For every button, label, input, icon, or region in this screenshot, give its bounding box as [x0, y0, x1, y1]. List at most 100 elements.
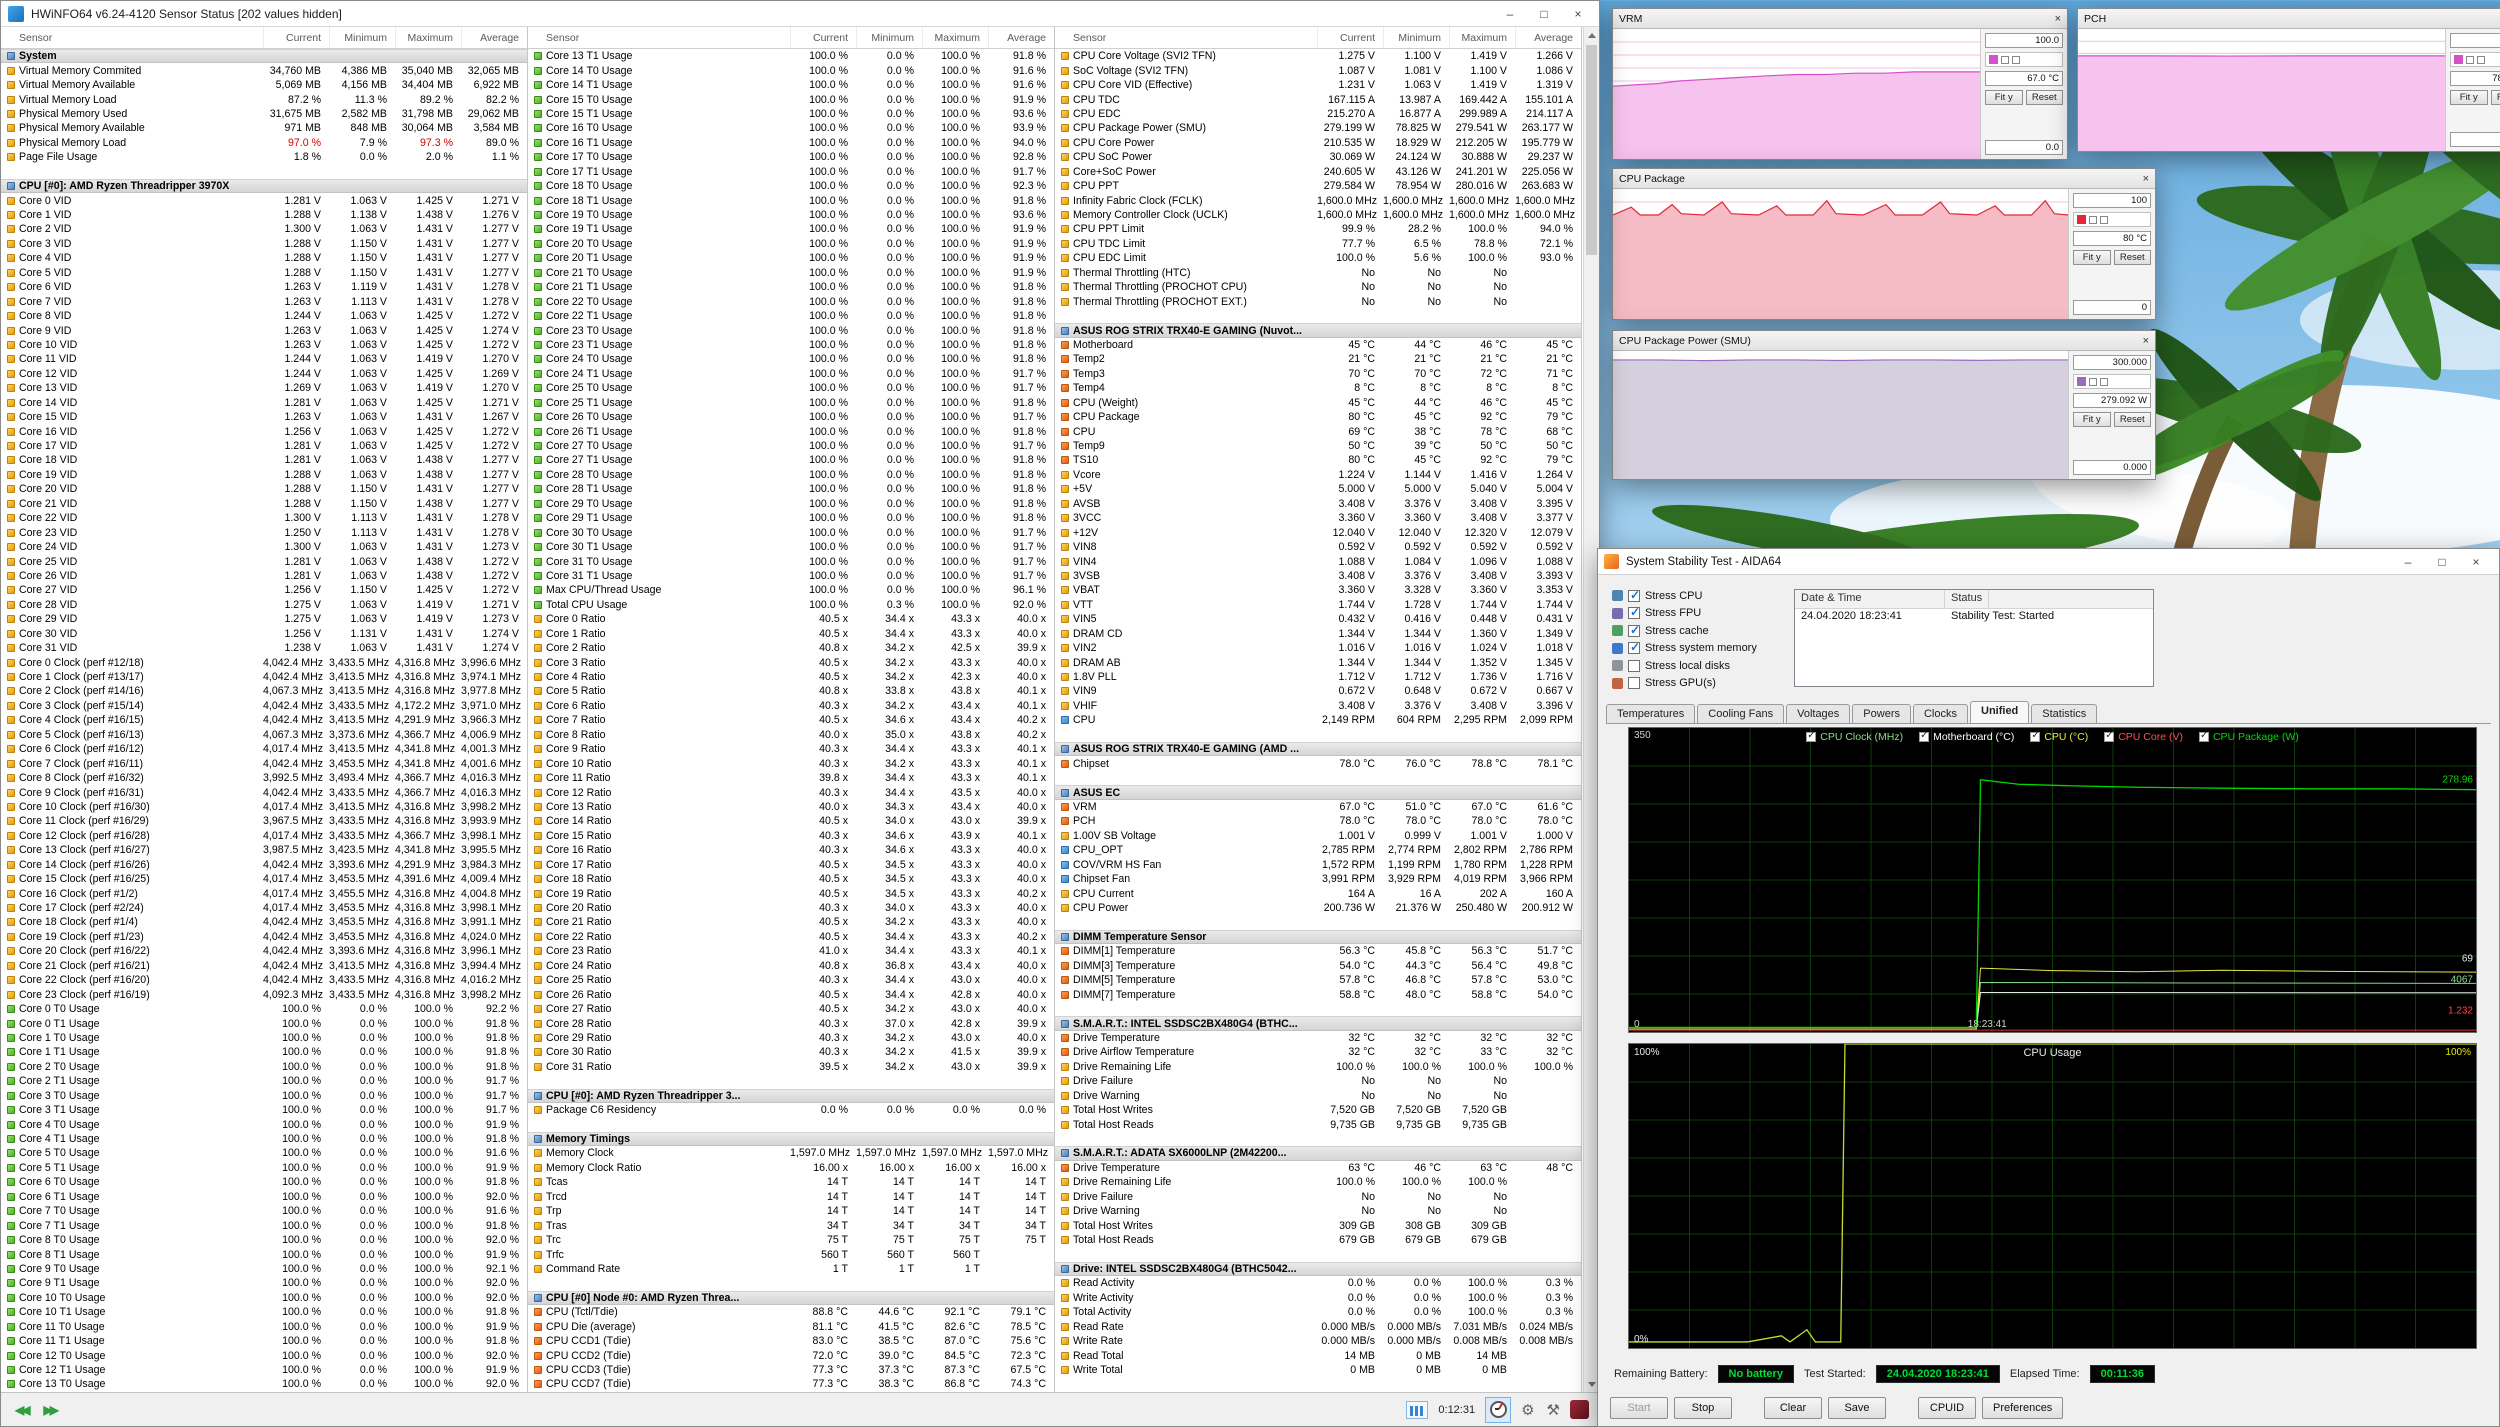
sensor-row[interactable]: Core 15 VID 1.263 V 1.063 V 1.431 V 1.26…: [1, 410, 527, 424]
legend-item[interactable]: CPU Package (W): [2199, 731, 2299, 743]
sensor-row[interactable]: Core 0 VID 1.281 V 1.063 V 1.425 V 1.271…: [1, 193, 527, 207]
sensor-row[interactable]: Core 18 T1 Usage 100.0 % 0.0 % 100.0 % 9…: [528, 193, 1054, 207]
min-checkbox[interactable]: [2089, 378, 2097, 386]
sensor-row[interactable]: Drive Temperature 63 °C 46 °C 63 °C 48 °…: [1055, 1161, 1581, 1175]
sensor-row[interactable]: CPU CCD2 (Tdie) 72.0 °C 39.0 °C 84.5 °C …: [528, 1348, 1054, 1362]
y-max-input[interactable]: 100.0: [2450, 33, 2500, 48]
sensor-row[interactable]: Core 25 VID 1.281 V 1.063 V 1.438 V 1.27…: [1, 554, 527, 568]
sensor-row[interactable]: Core 17 VID 1.281 V 1.063 V 1.425 V 1.27…: [1, 439, 527, 453]
sensor-row[interactable]: Core 3 T1 Usage 100.0 % 0.0 % 100.0 % 91…: [1, 1103, 527, 1117]
sensor-row[interactable]: Core 24 T0 Usage 100.0 % 0.0 % 100.0 % 9…: [528, 352, 1054, 366]
legend-checkbox-icon[interactable]: [2104, 732, 2114, 742]
sensor-row[interactable]: DIMM[5] Temperature 57.8 °C 46.8 °C 57.8…: [1055, 973, 1581, 987]
sensor-row[interactable]: Drive Remaining Life 100.0 % 100.0 % 100…: [1055, 1175, 1581, 1189]
checkbox[interactable]: [1628, 642, 1640, 654]
sensor-row[interactable]: Core 10 Ratio 40.3 x 34.2 x 43.3 x 40.1 …: [528, 756, 1054, 770]
sensor-row[interactable]: Core 19 Clock (perf #1/23) 4,042.4 MHz 3…: [1, 930, 527, 944]
min-checkbox[interactable]: [2001, 56, 2009, 64]
sensor-row[interactable]: CPU Die (average) 81.1 °C 41.5 °C 82.6 °…: [528, 1320, 1054, 1334]
sensor-row[interactable]: Chipset 78.0 °C 76.0 °C 78.8 °C 78.1 °C: [1055, 756, 1581, 770]
sensor-row[interactable]: Core 29 VID 1.275 V 1.063 V 1.419 V 1.27…: [1, 612, 527, 626]
sensor-row[interactable]: Core 23 VID 1.250 V 1.113 V 1.431 V 1.27…: [1, 525, 527, 539]
sensor-row[interactable]: Page File Usage 1.8 % 0.0 % 2.0 % 1.1 %: [1, 150, 527, 164]
sensor-row[interactable]: DRAM AB 1.344 V 1.344 V 1.352 V 1.345 V: [1055, 655, 1581, 669]
sensor-row[interactable]: Trc 75 T 75 T 75 T 75 T: [528, 1233, 1054, 1247]
sensor-row[interactable]: Thermal Throttling (PROCHOT CPU) No No N…: [1055, 280, 1581, 294]
sensor-row[interactable]: Core 13 T0 Usage 100.0 % 0.0 % 100.0 % 9…: [1, 1377, 527, 1391]
sensor-row[interactable]: Core 19 Ratio 40.5 x 34.5 x 43.3 x 40.2 …: [528, 886, 1054, 900]
sensor-row[interactable]: Core 18 T0 Usage 100.0 % 0.0 % 100.0 % 9…: [528, 179, 1054, 193]
sensor-row[interactable]: CPU 2,149 RPM 604 RPM 2,295 RPM 2,099 RP…: [1055, 713, 1581, 727]
sensor-row[interactable]: Core 21 Ratio 40.5 x 34.2 x 43.3 x 40.0 …: [528, 915, 1054, 929]
sensor-row[interactable]: CPU PPT 279.584 W 78.954 W 280.016 W 263…: [1055, 179, 1581, 193]
sensor-row[interactable]: CPU CCD7 (Tdie) 77.3 °C 38.3 °C 86.8 °C …: [528, 1377, 1054, 1391]
sensor-row[interactable]: Core 6 VID 1.263 V 1.119 V 1.431 V 1.278…: [1, 280, 527, 294]
sensor-row[interactable]: TS10 80 °C 45 °C 92 °C 79 °C: [1055, 453, 1581, 467]
sensor-row[interactable]: Core 23 T1 Usage 100.0 % 0.0 % 100.0 % 9…: [528, 338, 1054, 352]
sensor-row[interactable]: Vcore 1.224 V 1.144 V 1.416 V 1.264 V: [1055, 468, 1581, 482]
sensor-row[interactable]: Write Activity 0.0 % 0.0 % 100.0 % 0.3 %: [1055, 1291, 1581, 1305]
sensor-row[interactable]: Core 26 T0 Usage 100.0 % 0.0 % 100.0 % 9…: [528, 410, 1054, 424]
sensor-row[interactable]: CPU (Weight) 45 °C 44 °C 46 °C 45 °C: [1055, 396, 1581, 410]
sensor-row[interactable]: Total Host Writes 7,520 GB 7,520 GB 7,52…: [1055, 1103, 1581, 1117]
reset-button[interactable]: Reset: [2114, 250, 2152, 265]
sensor-row[interactable]: Core 6 T0 Usage 100.0 % 0.0 % 100.0 % 91…: [1, 1175, 527, 1189]
dialog-button[interactable]: Clear: [1764, 1397, 1822, 1419]
sensor-row[interactable]: Core 28 T0 Usage 100.0 % 0.0 % 100.0 % 9…: [528, 468, 1054, 482]
sensor-row[interactable]: Core 11 T1 Usage 100.0 % 0.0 % 100.0 % 9…: [1, 1334, 527, 1348]
y-min-input[interactable]: 0: [2073, 300, 2151, 315]
min-checkbox[interactable]: [2466, 56, 2474, 64]
legend-checkbox-icon[interactable]: [1806, 732, 1816, 742]
sensor-row[interactable]: ASUS ROG STRIX TRX40-E GAMING (AMD ...: [1055, 742, 1581, 756]
fit-y-button[interactable]: Fit y: [1985, 90, 2023, 105]
sensor-row[interactable]: Temp9 50 °C 39 °C 50 °C 50 °C: [1055, 439, 1581, 453]
sensor-row[interactable]: Core 31 T0 Usage 100.0 % 0.0 % 100.0 % 9…: [528, 554, 1054, 568]
y-min-input[interactable]: 0.000: [2073, 460, 2151, 475]
sensor-row[interactable]: Core 0 Ratio 40.5 x 34.4 x 43.3 x 40.0 x: [528, 612, 1054, 626]
y-min-input[interactable]: 0.0: [2450, 132, 2500, 147]
sensor-row[interactable]: ASUS ROG STRIX TRX40-E GAMING (Nuvot...: [1055, 323, 1581, 337]
sensor-row[interactable]: Core 10 Clock (perf #16/30) 4,017.4 MHz …: [1, 800, 527, 814]
sensor-row[interactable]: Core 1 Ratio 40.5 x 34.4 x 43.3 x 40.0 x: [528, 627, 1054, 641]
sensor-row[interactable]: Memory Clock 1,597.0 MHz 1,597.0 MHz 1,5…: [528, 1146, 1054, 1160]
sensor-row[interactable]: Thermal Throttling (HTC) No No No: [1055, 266, 1581, 280]
sensor-row[interactable]: [1055, 309, 1581, 323]
sensor-row[interactable]: AVSB 3.408 V 3.376 V 3.408 V 3.395 V: [1055, 497, 1581, 511]
sensor-row[interactable]: CPU PPT Limit 99.9 % 28.2 % 100.0 % 94.0…: [1055, 222, 1581, 236]
sensor-row[interactable]: Drive Remaining Life 100.0 % 100.0 % 100…: [1055, 1060, 1581, 1074]
sensor-row[interactable]: Core 28 Ratio 40.3 x 37.0 x 42.8 x 39.9 …: [528, 1016, 1054, 1030]
sensor-row[interactable]: Core 30 Ratio 40.3 x 34.2 x 41.5 x 39.9 …: [528, 1045, 1054, 1059]
sensor-row[interactable]: Write Total 0 MB 0 MB 0 MB: [1055, 1363, 1581, 1377]
sensor-row[interactable]: Physical Memory Used 31,675 MB 2,582 MB …: [1, 107, 527, 121]
legend-item[interactable]: Motherboard (°C): [1919, 731, 2014, 743]
sensor-row[interactable]: Core 25 T1 Usage 100.0 % 0.0 % 100.0 % 9…: [528, 396, 1054, 410]
series-swatch[interactable]: [2077, 377, 2086, 386]
sensor-row[interactable]: +5V 5.000 V 5.000 V 5.040 V 5.004 V: [1055, 482, 1581, 496]
sensor-row[interactable]: Core 8 T0 Usage 100.0 % 0.0 % 100.0 % 92…: [1, 1233, 527, 1247]
sensor-row[interactable]: CPU_OPT 2,785 RPM 2,774 RPM 2,802 RPM 2,…: [1055, 843, 1581, 857]
stress-option[interactable]: Stress system memory: [1612, 640, 1787, 658]
sensor-row[interactable]: VBAT 3.360 V 3.328 V 3.360 V 3.353 V: [1055, 583, 1581, 597]
sensor-row[interactable]: Core 25 Ratio 40.3 x 34.4 x 43.0 x 40.0 …: [528, 973, 1054, 987]
stress-option[interactable]: Stress cache: [1612, 622, 1787, 640]
checkbox[interactable]: [1628, 660, 1640, 672]
sensor-row[interactable]: CPU 69 °C 38 °C 78 °C 68 °C: [1055, 424, 1581, 438]
graph-window-titlebar[interactable]: PCH ×: [2078, 9, 2500, 29]
sensor-row[interactable]: Core 6 Ratio 40.3 x 34.2 x 43.4 x 40.1 x: [528, 699, 1054, 713]
minimize-button[interactable]: –: [2391, 550, 2425, 574]
sensor-row[interactable]: Core 9 Clock (perf #16/31) 4,042.4 MHz 3…: [1, 785, 527, 799]
checkbox[interactable]: [1628, 677, 1640, 689]
sensor-row[interactable]: Core 21 Clock (perf #16/21) 4,042.4 MHz …: [1, 959, 527, 973]
sensor-row[interactable]: SoC Voltage (SVI2 TFN) 1.087 V 1.081 V 1…: [1055, 63, 1581, 77]
sensor-row[interactable]: Core 23 Ratio 41.0 x 34.4 x 43.3 x 40.1 …: [528, 944, 1054, 958]
sensor-row[interactable]: +12V 12.040 V 12.040 V 12.320 V 12.079 V: [1055, 525, 1581, 539]
sensor-row[interactable]: Core 27 VID 1.256 V 1.150 V 1.425 V 1.27…: [1, 583, 527, 597]
next-page-button[interactable]: ▶▶: [39, 1401, 59, 1419]
graph-window-titlebar[interactable]: CPU Package Power (SMU) ×: [1613, 331, 2155, 351]
sensor-row[interactable]: CPU EDC Limit 100.0 % 5.6 % 100.0 % 93.0…: [1055, 251, 1581, 265]
sensor-row[interactable]: Core 6 Clock (perf #16/12) 4,017.4 MHz 3…: [1, 742, 527, 756]
sensor-row[interactable]: CPU Power 200.736 W 21.376 W 250.480 W 2…: [1055, 901, 1581, 915]
sensor-row[interactable]: Core 3 Clock (perf #15/14) 4,042.4 MHz 3…: [1, 699, 527, 713]
sensor-row[interactable]: Core 10 VID 1.263 V 1.063 V 1.425 V 1.27…: [1, 338, 527, 352]
sensor-row[interactable]: Core 9 VID 1.263 V 1.063 V 1.425 V 1.274…: [1, 323, 527, 337]
